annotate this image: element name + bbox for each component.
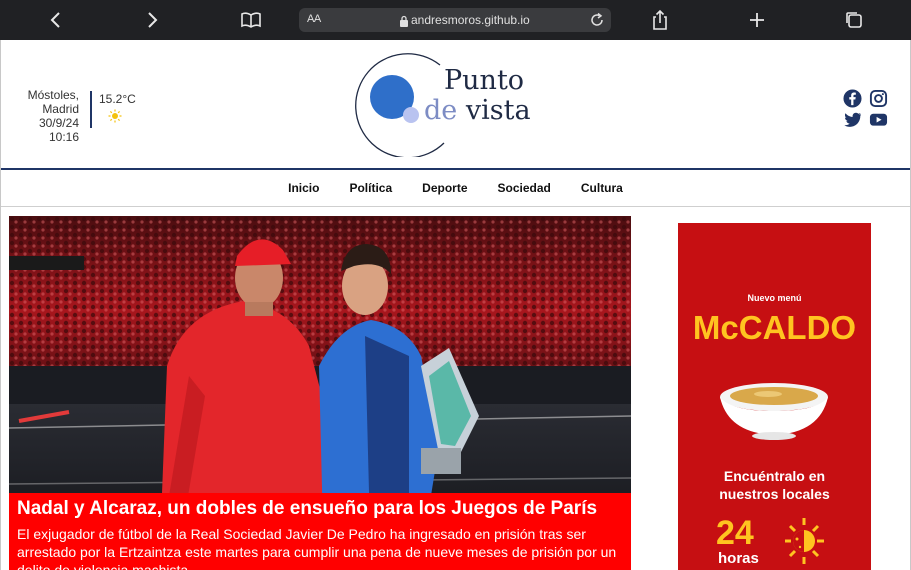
ad-kicker: Nuevo menú [747, 293, 802, 303]
sun-moon-icon [785, 518, 824, 564]
weather-location: Móstoles, Madrid 30/9/24 10:16 [27, 88, 79, 144]
nav-item-sociedad[interactable]: Sociedad [483, 181, 566, 195]
logo-word-de-vista: de vista [424, 95, 531, 126]
address-bar[interactable]: AA andresmoros.github.io [299, 8, 611, 32]
hero-summary: El exjugador de fútbol de la Real Socied… [17, 526, 617, 570]
header-divider [1, 168, 910, 170]
back-icon[interactable] [45, 9, 67, 31]
ad-hours-label: horas [718, 550, 759, 567]
social-links [843, 89, 891, 129]
hero-caption[interactable]: Nadal y Alcaraz, un dobles de ensueño pa… [9, 493, 631, 570]
ad-find-text: Encuéntralo en nuestros locales [719, 468, 830, 502]
web-page: Móstoles, Madrid 30/9/24 10:16 15.2°C Pu… [0, 40, 911, 570]
main-nav: Inicio Política Deporte Sociedad Cultura [1, 171, 910, 205]
nav-item-deporte[interactable]: Deporte [407, 181, 482, 195]
advertisement-banner[interactable]: Nuevo menú McCALDO Encuéntralo en nuestr… [678, 223, 871, 570]
hero-headline[interactable]: Nadal y Alcaraz, un dobles de ensueño pa… [17, 499, 623, 519]
soup-bowl-image [720, 383, 828, 440]
forward-icon[interactable] [141, 9, 163, 31]
weather-divider [90, 91, 92, 128]
browser-toolbar: AA andresmoros.github.io [0, 0, 911, 40]
tabs-overview-icon[interactable] [843, 9, 865, 31]
sun-icon [108, 109, 122, 123]
reader-button[interactable]: AA [307, 13, 321, 25]
nav-item-politica[interactable]: Política [334, 181, 407, 195]
twitter-icon[interactable] [843, 110, 862, 129]
bookmarks-icon[interactable] [240, 9, 262, 31]
reload-icon[interactable] [589, 12, 605, 28]
temperature: 15.2°C [99, 92, 136, 106]
instagram-icon[interactable] [869, 89, 888, 108]
url-text: andresmoros.github.io [411, 13, 530, 27]
new-tab-icon[interactable] [746, 9, 768, 31]
ad-hours-number: 24 [716, 514, 754, 552]
site-logo[interactable]: Punto de vista [348, 47, 558, 157]
nav-item-cultura[interactable]: Cultura [566, 181, 638, 195]
logo-word-punto: Punto [444, 65, 525, 96]
ad-brand: McCALDO [692, 309, 857, 346]
nav-divider [1, 206, 910, 207]
youtube-icon[interactable] [869, 110, 888, 129]
facebook-icon[interactable] [843, 89, 862, 108]
nav-item-inicio[interactable]: Inicio [273, 181, 334, 195]
lock-icon [399, 14, 409, 27]
share-icon[interactable] [649, 9, 671, 31]
